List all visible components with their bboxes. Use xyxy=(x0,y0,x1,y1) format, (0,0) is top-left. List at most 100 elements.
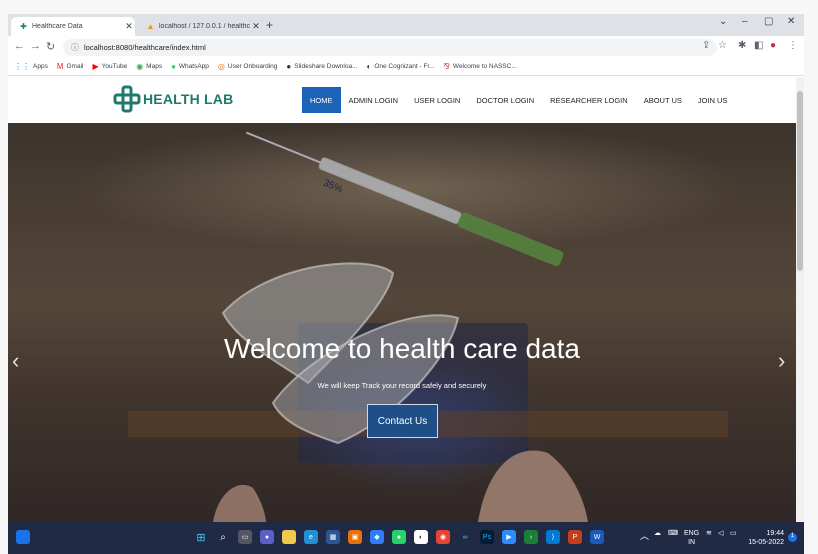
zoom-icon[interactable]: ▶ xyxy=(502,530,516,544)
extensions-puzzle-icon[interactable]: ✱ xyxy=(738,40,746,51)
bookmark-slideshare[interactable]: ● Slideshare Downloa... xyxy=(286,62,357,71)
whatsapp-icon: ● xyxy=(171,62,176,71)
carousel-next-chevron-right-icon[interactable]: › xyxy=(778,348,785,374)
forward-arrow-icon[interactable]: → xyxy=(30,40,41,52)
menu-label: RESEARCHER LOGIN xyxy=(550,95,628,105)
minimize-button[interactable]: – xyxy=(742,16,748,27)
vscode-icon[interactable]: ⟩ xyxy=(546,530,560,544)
widgets-icon[interactable] xyxy=(16,530,30,544)
new-tab-button[interactable]: + xyxy=(266,18,273,32)
menu-about-us[interactable]: ABOUT US xyxy=(636,87,690,113)
menu-label: DOCTOR LOGIN xyxy=(476,95,535,105)
close-tab-icon[interactable]: ✕ xyxy=(250,21,262,32)
bookmark-user-onboarding[interactable]: ◎ User Onboarding xyxy=(218,62,277,71)
url-text: localhost:8080/healthcare/index.html xyxy=(84,43,206,52)
menu-label: JOIN US xyxy=(697,95,728,105)
photoshop-icon[interactable]: Ps xyxy=(480,530,494,544)
edge-icon[interactable]: e xyxy=(304,530,318,544)
bookmark-youtube[interactable]: ▶ YouTube xyxy=(92,62,127,71)
time-text: 19:44 xyxy=(766,530,784,537)
notification-badge-icon[interactable]: 1 xyxy=(788,533,797,542)
chat-icon[interactable]: ● xyxy=(260,530,274,544)
page-scrollbar[interactable] xyxy=(796,77,804,522)
bookmark-one-cognizant[interactable]: ◐ One Cognizant - Fr... xyxy=(366,62,434,71)
windows-taskbar: ⊞ ⌕ ▭ ● e ▦ ▣ ◆ ● ◐ ◉ ∞ Ps ▶ › ⟩ P W ︿ ☁… xyxy=(8,522,804,554)
tab-localhost-phpmyadmin[interactable]: ▲ localhost / 127.0.0.1 / healthcare ✕ xyxy=(138,17,262,36)
app-orange-icon[interactable]: ▣ xyxy=(348,530,362,544)
more-menu-icon[interactable]: ⋮ xyxy=(788,40,798,51)
menu-label: ADMIN LOGIN xyxy=(348,95,399,105)
menu-doctor-login[interactable]: DOCTOR LOGIN xyxy=(468,87,542,113)
maps-icon: ◉ xyxy=(136,62,144,71)
bookmark-gmail[interactable]: M Gmail xyxy=(57,62,84,71)
terminal-icon[interactable]: › xyxy=(524,530,538,544)
apps-grid-icon: ⋮⋮ xyxy=(14,62,30,71)
tab-title: Healthcare Data xyxy=(32,23,83,30)
hero-subtitle: We will keep Track your record safely an… xyxy=(317,381,487,390)
menu-label: HOME xyxy=(310,95,333,105)
app-white-icon[interactable]: ◐ xyxy=(414,530,428,544)
hero-carousel: 35% Welcome to health care data We will … xyxy=(8,123,796,522)
bookmark-whatsapp[interactable]: ● WhatsApp xyxy=(171,62,209,71)
wifi-icon[interactable]: ≋ xyxy=(706,529,712,537)
menu-researcher-login[interactable]: RESEARCHER LOGIN xyxy=(542,87,636,113)
cognizant-icon: ◐ xyxy=(366,62,372,71)
reload-icon[interactable]: ↻ xyxy=(46,40,55,53)
tab-healthcare-data[interactable]: ✚ Healthcare Data ✕ xyxy=(11,17,135,36)
slideshare-icon: ● xyxy=(286,62,292,71)
menu-admin-login[interactable]: ADMIN LOGIN xyxy=(341,87,407,113)
bookmarks-bar: ⋮⋮ Apps M Gmail ▶ YouTube ◉ Maps ● WhatsApp ◎… xyxy=(8,58,804,76)
bookmark-maps[interactable]: ◉ Maps xyxy=(136,62,162,71)
powerpoint-icon[interactable]: P xyxy=(568,530,582,544)
contact-us-button[interactable]: Contact Us xyxy=(367,404,438,438)
menu-home[interactable]: HOME xyxy=(302,87,341,113)
task-view-icon[interactable]: ▭ xyxy=(238,530,252,544)
file-explorer-icon[interactable] xyxy=(282,530,296,544)
cloud-sync-icon[interactable]: ☁ xyxy=(654,529,661,537)
share-icon[interactable]: ⇪ xyxy=(702,40,710,51)
address-bar[interactable]: ⓘ localhost:8080/healthcare/index.html xyxy=(63,39,717,56)
phpmyadmin-favicon-icon: ▲ xyxy=(146,22,155,31)
close-tab-icon[interactable]: ✕ xyxy=(123,21,135,32)
bookmark-label: Welcome to NASSC... xyxy=(452,63,517,70)
store-icon[interactable]: ▦ xyxy=(326,530,340,544)
bookmark-label: Slideshare Downloa... xyxy=(294,63,358,70)
maximize-button[interactable]: ▢ xyxy=(764,16,773,27)
infinity-app-icon[interactable]: ∞ xyxy=(458,530,472,544)
bookmark-label: Maps xyxy=(146,63,163,70)
menu-join-us[interactable]: JOIN US xyxy=(690,87,736,113)
gmail-icon: M xyxy=(56,62,64,71)
tab-search-chevron-down-icon[interactable]: ⌄ xyxy=(719,16,727,27)
app-blue-icon[interactable]: ◆ xyxy=(370,530,384,544)
bookmark-label: Gmail xyxy=(66,63,84,70)
browser-toolbar: ← → ↻ ⓘ localhost:8080/healthcare/index.… xyxy=(8,36,804,58)
close-window-button[interactable]: ✕ xyxy=(787,16,795,27)
bookmark-apps[interactable]: ⋮⋮ Apps xyxy=(14,62,48,71)
hero-dark-overlay xyxy=(8,123,796,522)
health-lab-logo[interactable]: HEALTH LAB xyxy=(113,85,233,113)
keyboard-icon[interactable]: ⌨ xyxy=(668,529,678,537)
language-text: ENG xyxy=(684,530,700,537)
battery-icon[interactable]: ▭ xyxy=(730,529,737,537)
onboarding-icon: ◎ xyxy=(217,62,225,71)
language-indicator[interactable]: ENG IN xyxy=(684,529,699,547)
tray-overflow-chevron-up-icon[interactable]: ︿ xyxy=(640,529,649,542)
whatsapp-taskbar-icon[interactable]: ● xyxy=(392,530,406,544)
bookmark-nasscom[interactable]: ⅋ Welcome to NASSC... xyxy=(444,62,517,71)
site-info-icon[interactable]: ⓘ xyxy=(71,42,79,53)
side-panel-icon[interactable]: ◧ xyxy=(754,40,763,51)
nasscom-icon: ⅋ xyxy=(443,62,450,71)
volume-icon[interactable]: ◁ xyxy=(718,529,723,537)
clock[interactable]: 19:44 15-05-2022 xyxy=(746,529,784,547)
scrollbar-thumb[interactable] xyxy=(797,91,803,271)
word-icon[interactable]: W xyxy=(590,530,604,544)
profile-avatar-icon[interactable]: ● xyxy=(770,40,776,51)
back-arrow-icon[interactable]: ← xyxy=(14,40,25,52)
bookmark-star-icon[interactable]: ☆ xyxy=(718,40,727,51)
carousel-prev-chevron-left-icon[interactable]: ‹ xyxy=(12,348,19,374)
menu-user-login[interactable]: USER LOGIN xyxy=(406,87,468,113)
windows-start-icon[interactable]: ⊞ xyxy=(194,530,208,544)
chrome-icon[interactable]: ◉ xyxy=(436,530,450,544)
search-icon[interactable]: ⌕ xyxy=(216,530,230,544)
menu-label: USER LOGIN xyxy=(414,95,461,105)
